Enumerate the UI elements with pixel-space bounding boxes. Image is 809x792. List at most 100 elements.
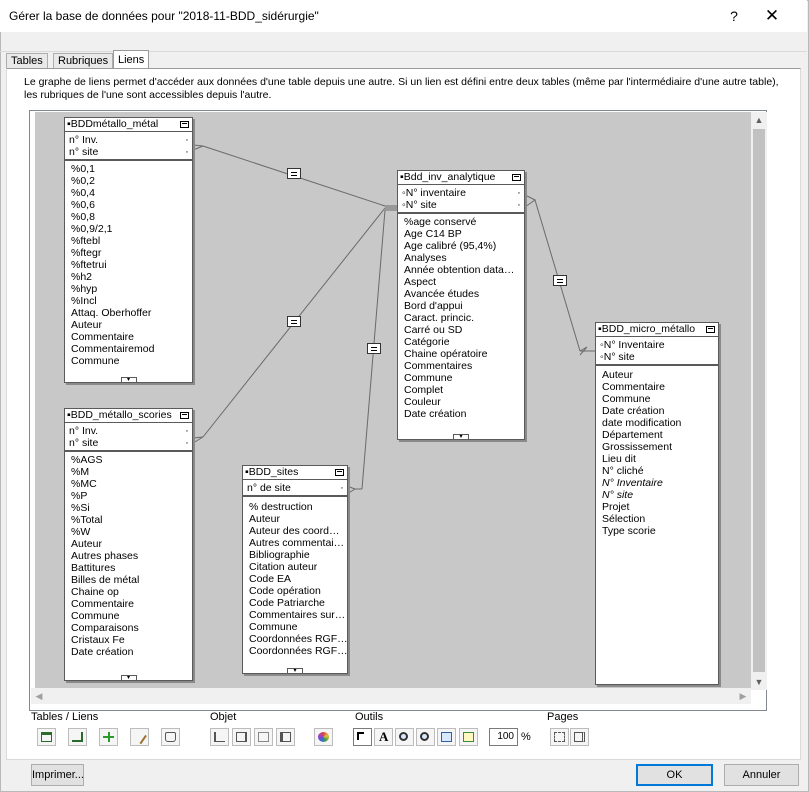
table-header[interactable]: ▪BDD_métallo_scories bbox=[65, 409, 192, 423]
key-field[interactable]: ◦N° Inventaire bbox=[600, 339, 718, 351]
field-item[interactable]: Année obtention data… bbox=[404, 264, 524, 276]
field-item[interactable]: Chaine op bbox=[71, 586, 192, 598]
field-item[interactable]: Aspect bbox=[404, 276, 524, 288]
collapse-icon[interactable] bbox=[512, 174, 521, 181]
field-item[interactable]: %0,8 bbox=[71, 211, 192, 223]
field-item[interactable]: Citation auteur bbox=[249, 561, 347, 573]
scroll-right-icon[interactable]: ▶ bbox=[735, 688, 751, 704]
key-field[interactable]: ◦N° site ◦ bbox=[402, 199, 524, 211]
fit-view-button[interactable] bbox=[437, 728, 456, 746]
field-item[interactable]: Auteur bbox=[71, 319, 192, 331]
ok-button[interactable]: OK bbox=[636, 764, 713, 786]
field-item[interactable]: Date création bbox=[71, 646, 192, 658]
key-field[interactable]: ◦N° inventaire ◦ bbox=[402, 187, 524, 199]
field-item[interactable]: Lieu dit bbox=[602, 453, 718, 465]
field-item[interactable]: %Incl bbox=[71, 295, 192, 307]
tab-rubriques[interactable]: Rubriques bbox=[53, 53, 114, 68]
edit-button[interactable] bbox=[130, 728, 149, 746]
field-item[interactable]: %0,2 bbox=[71, 175, 192, 187]
field-item[interactable]: Sélection bbox=[602, 513, 718, 525]
table-occurrence-analytique[interactable]: ▪Bdd_inv_analytique ◦N° inventaire ◦ ◦N° … bbox=[397, 170, 525, 440]
field-item[interactable]: Cristaux Fe bbox=[71, 634, 192, 646]
field-item[interactable]: Couleur bbox=[404, 396, 524, 408]
field-item[interactable]: N° cliché bbox=[602, 465, 718, 477]
field-item[interactable]: Date création bbox=[602, 405, 718, 417]
field-item[interactable]: %0,1 bbox=[71, 163, 192, 175]
add-link-button[interactable] bbox=[68, 728, 87, 746]
field-item[interactable]: Commentaires bbox=[404, 360, 524, 372]
collapse-icon[interactable] bbox=[706, 326, 715, 333]
field-item[interactable]: Commentaires sur… bbox=[249, 609, 347, 621]
resize-handle[interactable]: ▾ bbox=[453, 434, 469, 440]
text-tool-button[interactable]: A bbox=[374, 728, 393, 746]
field-item[interactable]: date modification bbox=[602, 417, 718, 429]
table-occurrence-metal[interactable]: ▪BDDmétallo_métal n° Inv. ◦ n° site ◦ %0,1… bbox=[64, 117, 193, 383]
field-item[interactable]: Commune bbox=[602, 393, 718, 405]
field-item[interactable]: Comparaisons bbox=[71, 622, 192, 634]
key-field[interactable]: n° de site ◦ bbox=[247, 482, 347, 494]
field-item[interactable]: Coordonnées RGF… bbox=[249, 633, 347, 645]
add-field-button[interactable] bbox=[99, 728, 118, 746]
page-breaks-button[interactable] bbox=[550, 728, 569, 746]
tab-tables[interactable]: Tables bbox=[6, 53, 48, 68]
scroll-up-icon[interactable]: ▲ bbox=[751, 112, 767, 128]
field-item[interactable]: Département bbox=[602, 429, 718, 441]
key-field[interactable]: ◦N° site bbox=[600, 351, 718, 363]
field-item[interactable]: Age calibré (95,4%) bbox=[404, 240, 524, 252]
field-item[interactable]: Billes de métal bbox=[71, 574, 192, 586]
field-item[interactable]: Battitures bbox=[71, 562, 192, 574]
key-field[interactable]: n° Inv. ◦ bbox=[69, 134, 192, 146]
field-item[interactable]: Avancée études bbox=[404, 288, 524, 300]
page-setup-button[interactable] bbox=[570, 728, 589, 746]
field-item[interactable]: Auteur bbox=[249, 513, 347, 525]
pointer-tool-button[interactable] bbox=[353, 728, 372, 746]
collapse-icon[interactable] bbox=[180, 412, 189, 419]
field-item[interactable]: Commentaire bbox=[602, 381, 718, 393]
field-item[interactable]: N° site bbox=[602, 489, 718, 501]
align-top-button[interactable] bbox=[232, 728, 251, 746]
graph-horizontal-scrollbar[interactable]: ◀ ▶ bbox=[31, 688, 751, 704]
field-item[interactable]: Attaq. Oberhoffer bbox=[71, 307, 192, 319]
color-button[interactable] bbox=[314, 728, 333, 746]
field-item[interactable]: Autres commentai… bbox=[249, 537, 347, 549]
key-field[interactable]: n° site ◦ bbox=[69, 146, 192, 158]
field-item[interactable]: %M bbox=[71, 466, 192, 478]
field-item[interactable]: %W bbox=[71, 526, 192, 538]
table-header[interactable]: ▪BDDmétallo_métal bbox=[65, 118, 192, 132]
field-item[interactable]: %MC bbox=[71, 478, 192, 490]
resize-button[interactable] bbox=[276, 728, 295, 746]
field-item[interactable]: Commune bbox=[71, 355, 192, 367]
graph-vertical-scrollbar[interactable]: ▲ ▼ bbox=[751, 112, 767, 690]
field-item[interactable]: Code Patriarche bbox=[249, 597, 347, 609]
field-item[interactable]: Commentairemod bbox=[71, 343, 192, 355]
field-item[interactable]: Coordonnées RGF… bbox=[249, 645, 347, 657]
help-button[interactable]: ? bbox=[724, 6, 744, 26]
add-table-button[interactable] bbox=[37, 728, 56, 746]
field-item[interactable]: Age C14 BP bbox=[404, 228, 524, 240]
field-item[interactable]: Commune bbox=[71, 610, 192, 622]
link-equal-operator[interactable] bbox=[287, 316, 301, 327]
table-occurrence-micro[interactable]: ▪BDD_micro_métallo ◦N° Inventaire ◦N° si… bbox=[595, 322, 719, 685]
field-item[interactable]: Type scorie bbox=[602, 525, 718, 537]
field-item[interactable]: % destruction bbox=[249, 501, 347, 513]
field-item[interactable]: Commentaire bbox=[71, 331, 192, 343]
field-item[interactable]: Catégorie bbox=[404, 336, 524, 348]
field-item[interactable]: Caract. princic. bbox=[404, 312, 524, 324]
field-item[interactable]: Auteur bbox=[71, 538, 192, 550]
field-item[interactable]: Autres phases bbox=[71, 550, 192, 562]
scroll-down-icon[interactable]: ▼ bbox=[751, 674, 767, 690]
tab-liens[interactable]: Liens bbox=[113, 50, 150, 68]
field-item[interactable]: %0,9/2,1 bbox=[71, 223, 192, 235]
zoom-level-input[interactable]: 100 bbox=[489, 728, 518, 746]
field-item[interactable]: %AGS bbox=[71, 454, 192, 466]
zoom-out-button[interactable] bbox=[416, 728, 435, 746]
field-item[interactable]: Projet bbox=[602, 501, 718, 513]
field-item[interactable]: Grossissement bbox=[602, 441, 718, 453]
field-item[interactable]: %Total bbox=[71, 514, 192, 526]
collapse-icon[interactable] bbox=[335, 469, 344, 476]
field-item[interactable]: %0,4 bbox=[71, 187, 192, 199]
field-item[interactable]: Code opération bbox=[249, 585, 347, 597]
field-item[interactable]: %Si bbox=[71, 502, 192, 514]
link-equal-operator[interactable] bbox=[287, 168, 301, 179]
field-item[interactable]: Auteur des coord… bbox=[249, 525, 347, 537]
